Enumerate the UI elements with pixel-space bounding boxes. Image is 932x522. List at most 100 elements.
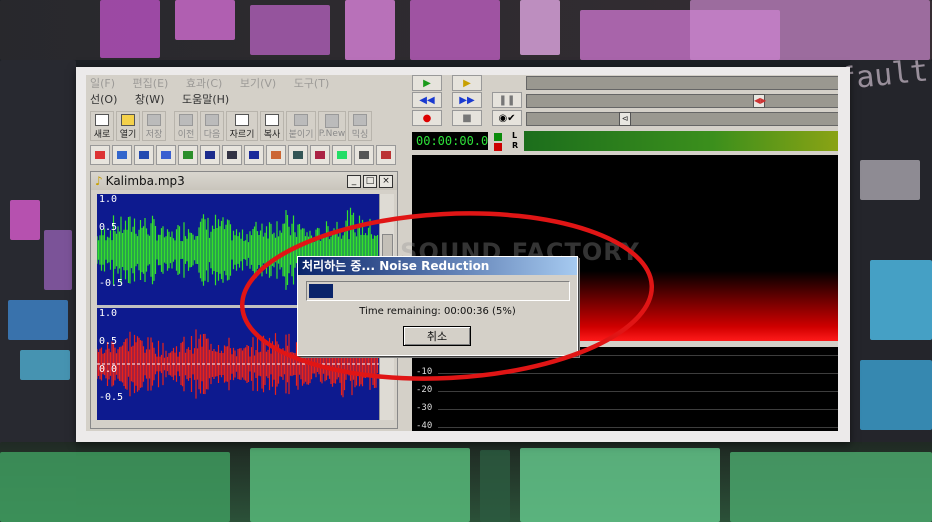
cut-button-label: 자르기 <box>229 130 255 140</box>
effect-tool[interactable] <box>134 145 154 165</box>
undo-icon <box>179 114 193 126</box>
effect-icon <box>315 151 325 159</box>
transport-row-3: ● ■ ◉✔ <box>412 110 522 126</box>
effect-tool[interactable] <box>222 145 242 165</box>
effect-icon <box>205 151 215 159</box>
effect-icon <box>183 151 193 159</box>
save-button-label: 저장 <box>145 130 163 140</box>
time-remaining: Time remaining: 00:00:36 (5%) <box>359 306 516 317</box>
effect-icon <box>249 151 259 159</box>
paste-icon <box>294 114 308 126</box>
meter-label-right: R <box>512 141 519 150</box>
monitor-toggle[interactable]: ◉✔ <box>492 110 522 126</box>
menu-item[interactable]: 보기(V) <box>240 77 276 90</box>
stop-button[interactable]: ■ <box>452 110 482 126</box>
menu-item-options[interactable]: 선(O) <box>90 93 117 106</box>
effect-tool[interactable] <box>310 145 330 165</box>
right-channel-tick: 0.0 <box>99 364 118 375</box>
effect-tool[interactable] <box>178 145 198 165</box>
volume-slider[interactable]: ◀▶ <box>526 94 838 108</box>
meter-grid-line <box>438 409 838 410</box>
paste-new-button[interactable]: P.New <box>318 111 346 141</box>
redo-button[interactable]: 다음 <box>200 111 224 141</box>
effect-icon <box>293 151 303 159</box>
effect-icon <box>227 151 237 159</box>
cut-button[interactable]: 자르기 <box>226 111 258 141</box>
open-button[interactable]: 열기 <box>116 111 140 141</box>
record-button[interactable]: ● <box>412 110 442 126</box>
paste-button[interactable]: 붙이기 <box>286 111 316 141</box>
paste-new-button-label: P.New <box>318 129 346 139</box>
scissors-icon <box>235 114 249 126</box>
menu-item-help[interactable]: 도움말(H) <box>182 93 229 106</box>
noise-reduction-dialog: 처리하는 중... Noise Reduction Time remaining… <box>297 256 578 356</box>
progress-bar <box>306 281 570 301</box>
effect-tool[interactable] <box>288 145 308 165</box>
position-slider[interactable] <box>526 76 838 90</box>
effect-icon <box>95 151 105 159</box>
pause-button[interactable]: ❚❚ <box>492 92 522 108</box>
window-controls: _ □ × <box>347 174 393 188</box>
new-file-icon <box>95 114 109 126</box>
clip-led-icon <box>494 143 502 151</box>
close-icon[interactable]: × <box>379 174 393 188</box>
wave-window-title: Kalimba.mp3 <box>105 174 185 188</box>
fast-forward-button[interactable]: ▶▶ <box>452 92 482 108</box>
minimize-icon[interactable]: _ <box>347 174 361 188</box>
meter-grid-line <box>438 373 838 374</box>
effect-icon <box>139 151 149 159</box>
effect-tool[interactable] <box>266 145 286 165</box>
copy-icon <box>265 114 279 126</box>
transport-row-2: ◀◀ ▶▶ ❚❚ <box>412 92 522 108</box>
speed-slider[interactable]: ⊲ <box>526 112 838 126</box>
folder-icon <box>121 114 135 126</box>
meter-graph: 0 -10 -20 -30 -40 <box>412 347 838 431</box>
effect-tool[interactable] <box>90 145 110 165</box>
undo-button[interactable]: 이전 <box>174 111 198 141</box>
paste-new-icon <box>325 114 339 128</box>
effect-tool[interactable] <box>244 145 264 165</box>
dialog-title: 처리하는 중... Noise Reduction <box>298 257 577 275</box>
menu-item[interactable]: 효과(C) <box>186 77 223 90</box>
effect-tool[interactable] <box>200 145 220 165</box>
effect-tool[interactable] <box>354 145 374 165</box>
menu-bar: 선(O) 창(W) 도움말(H) <box>90 91 243 107</box>
effect-icon <box>359 151 369 159</box>
menu-item[interactable]: 편집(E) <box>133 77 169 90</box>
volume-slider-thumb[interactable]: ◀▶ <box>753 94 766 108</box>
rewind-button[interactable]: ◀◀ <box>412 92 442 108</box>
cancel-button[interactable]: 취소 <box>403 326 471 346</box>
transport-row-1: ▶ ▶ <box>412 75 482 91</box>
effect-tool[interactable] <box>376 145 396 165</box>
effect-tool[interactable] <box>156 145 176 165</box>
time-display: 00:00:00.0 <box>412 132 488 150</box>
meter-scale-label: -30 <box>416 403 433 413</box>
right-channel-tick: -0.5 <box>99 392 124 403</box>
left-channel-tick: 1.0 <box>99 194 118 205</box>
copy-button[interactable]: 복사 <box>260 111 284 141</box>
save-button[interactable]: 저장 <box>142 111 166 141</box>
menu-item[interactable]: 일(F) <box>90 77 115 90</box>
wave-file-icon: ♪ <box>95 174 103 188</box>
effects-toolbar <box>90 145 396 165</box>
status-led-icon <box>494 133 502 141</box>
speed-slider-thumb[interactable]: ⊲ <box>619 112 631 126</box>
mix-icon <box>353 114 367 126</box>
effect-tool[interactable] <box>112 145 132 165</box>
undo-button-label: 이전 <box>177 130 195 140</box>
mix-button[interactable]: 믹싱 <box>348 111 372 141</box>
menu-item-window[interactable]: 창(W) <box>135 93 165 106</box>
meter-label-left: L <box>512 131 518 140</box>
meter-scale-label: -40 <box>416 421 433 431</box>
loop-button[interactable]: ▶ <box>452 75 482 91</box>
new-button[interactable]: 새로 <box>90 111 114 141</box>
disk-icon <box>147 114 161 126</box>
menu-item[interactable]: 도구(T) <box>294 77 330 90</box>
maximize-icon[interactable]: □ <box>363 174 377 188</box>
new-button-label: 새로 <box>93 130 111 140</box>
effect-tool[interactable] <box>332 145 352 165</box>
open-button-label: 열기 <box>119 130 137 140</box>
play-button[interactable]: ▶ <box>412 75 442 91</box>
menu-bar-faded: 일(F) 편집(E) 효과(C) 보기(V) 도구(T) <box>90 75 343 91</box>
left-channel-tick: 0.5 <box>99 222 118 233</box>
